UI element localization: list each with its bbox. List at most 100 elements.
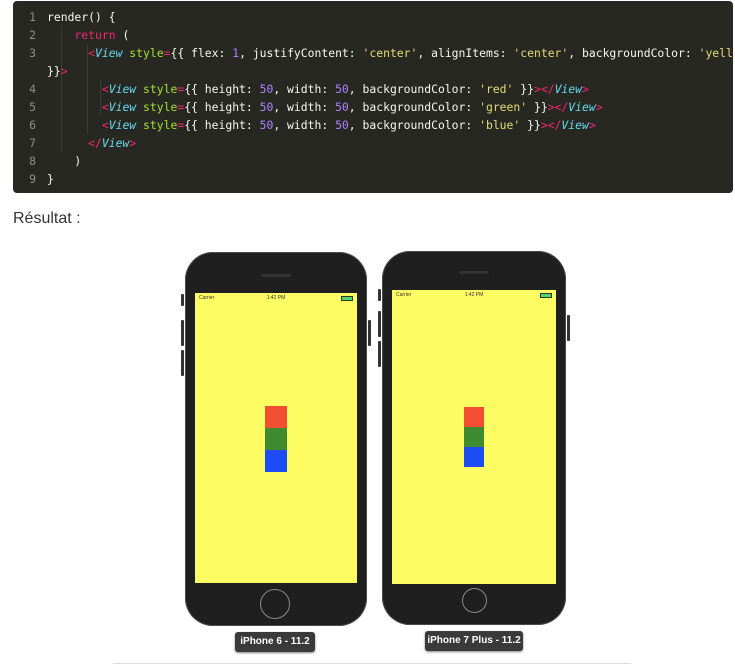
code-line: 5 <View style={{ height: 50, width: 50, …	[13, 98, 733, 116]
status-time: 1:42 PM	[266, 295, 286, 301]
status-time: 1:42 PM	[464, 292, 484, 298]
code-text: <View style={{ height: 50, width: 50, ba…	[47, 98, 603, 116]
code-line: 6 <View style={{ height: 50, width: 50, …	[13, 116, 733, 134]
line-number: 6	[29, 118, 36, 132]
code-token: 50	[259, 82, 274, 96]
code-token: 'blue'	[479, 118, 521, 132]
code-token: style	[136, 82, 178, 96]
code-token: View	[95, 46, 123, 60]
code-token: style	[122, 46, 164, 60]
line-number: 1	[29, 10, 36, 24]
iphone-7-plus-simulator: Carrier 1:42 PM	[378, 251, 570, 625]
code-token: >	[588, 118, 596, 132]
power-button	[368, 320, 371, 346]
code-token: View	[108, 118, 137, 132]
green-view-box	[464, 427, 484, 447]
code-token: }}	[527, 100, 548, 114]
battery-icon	[341, 295, 353, 301]
code-line: }}>	[13, 62, 733, 80]
code-line: 9}	[13, 170, 733, 188]
volume-down-button	[378, 341, 381, 367]
code-line: 1 render() {	[13, 8, 733, 26]
code-token: , width:	[273, 118, 336, 132]
code-token: {{ height:	[184, 82, 260, 96]
code-token: , width:	[273, 82, 336, 96]
code-text: </View>	[47, 134, 136, 152]
code-token: >	[60, 64, 68, 78]
code-token: , width:	[273, 100, 336, 114]
code-line: 7 </View>	[13, 134, 733, 152]
code-text: <View style={{ height: 50, width: 50, ba…	[47, 116, 596, 134]
divider	[113, 663, 631, 664]
code-token: 'green'	[479, 100, 528, 114]
code-token: , backgroundColor:	[348, 82, 480, 96]
code-token: >	[595, 100, 603, 114]
code-token: (	[115, 28, 130, 42]
code-token: }}	[47, 64, 61, 78]
code-block: 1 render() { 2 return (3 <View style={{ fl…	[13, 1, 733, 193]
side-button	[181, 294, 184, 306]
code-token: </	[88, 136, 102, 150]
red-view-box	[464, 407, 484, 427]
battery-icon	[540, 292, 552, 298]
code-token: ></	[533, 82, 555, 96]
device-screen: Carrier 1:42 PM	[392, 290, 556, 584]
status-bar: Carrier 1:42 PM	[392, 290, 556, 300]
device-label: iPhone 7 Plus - 11.2	[425, 631, 523, 651]
code-token: }	[47, 172, 54, 186]
code-token: 'yellow'	[698, 46, 733, 60]
code-text: )	[47, 152, 81, 170]
code-token: View	[554, 82, 582, 96]
code-text: }}>	[47, 62, 68, 80]
code-token: render	[47, 10, 89, 24]
code-token: () {	[88, 10, 116, 24]
code-line: 4 <View style={{ height: 50, width: 50, …	[13, 80, 733, 98]
code-token: <	[101, 82, 109, 96]
code-text: <View style={{ flex: 1, justifyContent: …	[47, 44, 733, 62]
blue-view-box	[265, 450, 287, 472]
code-token: View	[108, 100, 137, 114]
code-token: , justifyContent:	[239, 46, 363, 60]
code-token: style	[136, 100, 178, 114]
code-token: style	[136, 118, 178, 132]
code-text: }	[47, 170, 54, 188]
code-token: ></	[547, 100, 569, 114]
code-token: {{ height:	[184, 100, 260, 114]
home-button[interactable]	[260, 589, 290, 619]
code-token: >	[582, 82, 589, 96]
code-line: 3 <View style={{ flex: 1, justifyContent…	[13, 44, 733, 62]
code-token: <	[101, 118, 109, 132]
device-screen: Carrier 1:42 PM	[195, 293, 357, 583]
indent-guide	[87, 62, 88, 80]
code-token: <	[88, 46, 96, 60]
volume-up-button	[378, 311, 381, 337]
code-token: , backgroundColor:	[348, 118, 480, 132]
code-token: >	[129, 136, 137, 150]
line-number: 5	[29, 100, 36, 114]
line-number: 8	[29, 154, 36, 168]
power-button	[567, 315, 570, 341]
code-lines: 1 render() { 2 return (3 <View style={{ fl…	[13, 8, 733, 188]
status-bar: Carrier 1:42 PM	[195, 293, 357, 303]
device-label: iPhone 6 - 11.2	[235, 632, 315, 652]
code-token: return	[74, 28, 116, 42]
green-view-box	[265, 428, 287, 450]
code-token: 50	[335, 118, 349, 132]
home-button[interactable]	[462, 588, 487, 613]
code-token: , backgroundColor:	[348, 100, 480, 114]
line-number: 2	[29, 28, 36, 42]
result-label: Résultat :	[13, 210, 81, 227]
blue-view-box	[464, 447, 484, 467]
iphone-6-simulator: Carrier 1:42 PM	[181, 252, 371, 626]
code-token: 50	[335, 82, 349, 96]
earpiece-speaker	[459, 271, 489, 274]
code-text: return (	[47, 26, 129, 44]
code-token: ></	[540, 118, 562, 132]
code-token: View	[101, 136, 130, 150]
code-token: }}	[513, 82, 534, 96]
